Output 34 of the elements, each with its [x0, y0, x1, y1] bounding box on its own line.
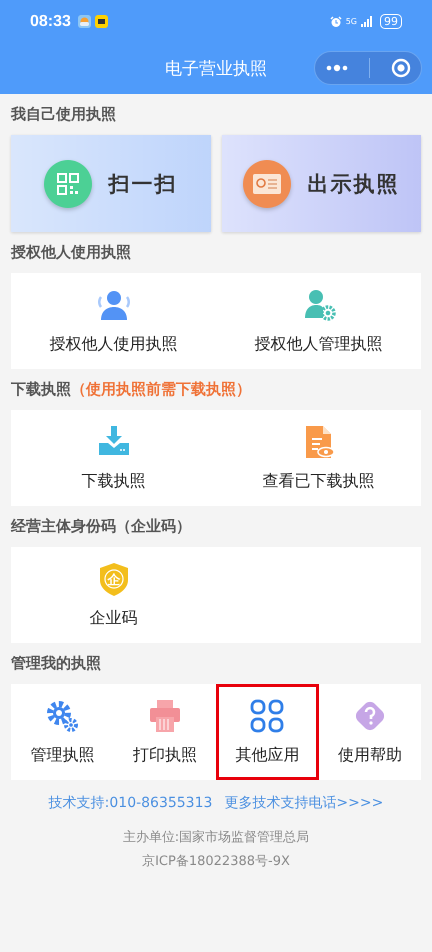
id-card-icon — [243, 160, 292, 208]
section-title: 管理我的执照 — [11, 654, 101, 673]
close-icon[interactable] — [390, 58, 411, 78]
page-title: 电子营业执照 — [165, 58, 267, 80]
gears-icon — [45, 698, 80, 732]
menu-tile[interactable]: 企 企业码 — [11, 547, 216, 643]
menu-tile[interactable]: 其他应用 — [216, 684, 318, 780]
scan-button[interactable]: 扫一扫 — [11, 135, 210, 232]
signal-icon — [361, 16, 373, 27]
icp-text: 京ICP备18022388号-9X — [141, 853, 291, 871]
menu-tile[interactable]: 授权他人使用执照 — [11, 273, 216, 369]
section-note: （使用执照前需下载执照） — [71, 380, 251, 399]
menu-tile[interactable]: 管理执照 — [11, 684, 114, 780]
status-time: 08:33 — [30, 12, 71, 30]
menu-tile[interactable]: 查看已下载执照 — [216, 410, 421, 506]
apps-icon — [250, 698, 284, 732]
battery-level: 99 — [380, 14, 402, 29]
menu-tile[interactable]: 授权他人管理执照 — [216, 273, 421, 369]
menu-tile[interactable]: 打印执照 — [114, 684, 216, 780]
more-icon[interactable] — [325, 64, 350, 72]
section-title: 经营主体身份码（企业码） — [11, 517, 191, 536]
menu-tile[interactable]: 下载执照 — [11, 410, 216, 506]
network-label: 5G — [346, 18, 357, 26]
section-title: 授权他人使用执照 — [11, 243, 131, 262]
sponsor-text: 主办单位:国家市场监督管理总局 — [122, 829, 310, 847]
printer-icon — [148, 698, 182, 732]
menu-tile[interactable]: 使用帮助 — [318, 684, 421, 780]
show-license-button[interactable]: 出示执照 — [222, 135, 421, 232]
alarm-icon — [330, 16, 342, 28]
section-title: 下载执照 — [11, 380, 71, 399]
qr-code-icon — [44, 160, 92, 208]
weather-icon — [78, 15, 91, 28]
section-title: 我自己使用执照 — [11, 105, 116, 124]
app-icon — [94, 15, 108, 28]
